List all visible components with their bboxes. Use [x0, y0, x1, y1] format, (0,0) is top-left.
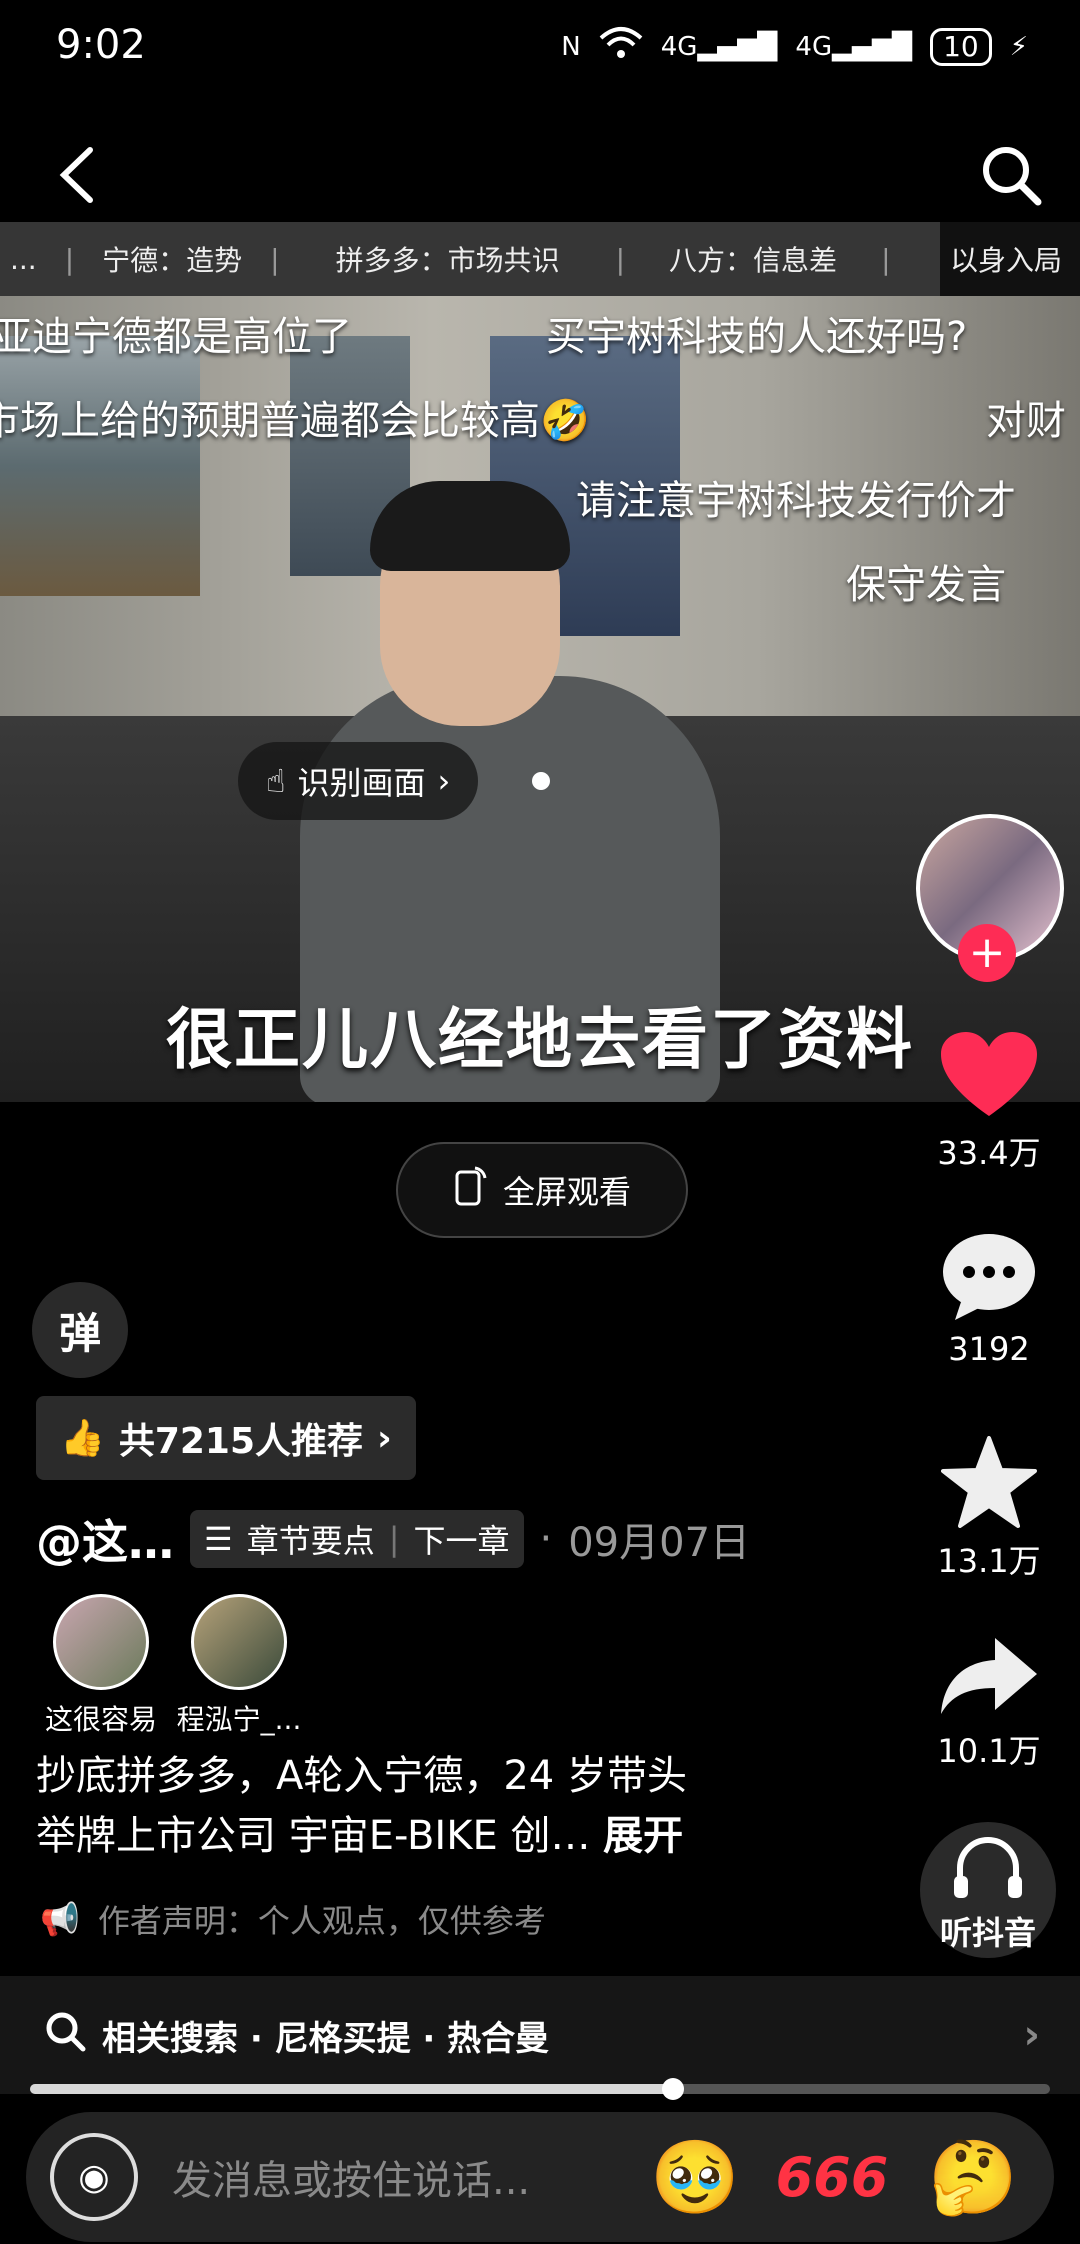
status-time: 9:02 [56, 22, 146, 68]
video-subtitle: 很正儿八经地去看了资料 [166, 1001, 914, 1078]
charging-icon: ⚡ [1009, 31, 1028, 62]
author-notice: 📢 作者声明：个人观点，仅供参考 [40, 1896, 546, 1942]
description-line: 举牌上市公司 宇宙E-BIKE 创… [36, 1813, 591, 1859]
status-icons: N 4G▂▄▆█ 4G▂▄▆█ 10 ⚡ [561, 26, 1028, 67]
author-name[interactable]: @这… [36, 1506, 174, 1572]
danmaku-comment[interactable]: 市场上给的预期普遍都会比较高🤣 [0, 388, 590, 446]
search-button[interactable] [976, 140, 1046, 210]
chapter-separator: | [64, 242, 75, 276]
headphones-icon [954, 1837, 1022, 1898]
dot-separator: · [539, 1516, 553, 1562]
related-search-bar[interactable]: 相关搜索 · 尼格买提 · 热合曼 › [0, 1976, 1080, 2094]
recommend-label: 共7215人推荐 [118, 1421, 364, 1462]
chapter-pill[interactable]: ☰ 章节要点 | 下一章 [190, 1510, 524, 1568]
like-count: 33.4万 [937, 1134, 1041, 1172]
video-progress-fill [30, 2084, 673, 2094]
chapter-item[interactable]: ... [0, 243, 59, 276]
danmaku-comment[interactable]: 保守发言 [846, 552, 1006, 610]
heart-icon [941, 1032, 1037, 1116]
message-bar: ◉ 发消息或按住说话... 🥹 666 🤔 [26, 2112, 1054, 2242]
voice-wave-icon: ◉ [78, 2156, 110, 2198]
megaphone-icon: 📢 [40, 1900, 80, 1938]
notice-text: 作者声明：个人观点，仅供参考 [97, 1902, 546, 1940]
chapter-item-current[interactable]: 以身入局 [940, 222, 1080, 296]
divider: | [388, 1520, 400, 1558]
listen-label: 听抖音 [939, 1914, 1036, 1952]
signal-icon-2: 4G▂▄▆█ [795, 31, 913, 62]
wifi-icon [599, 26, 643, 67]
back-icon [59, 147, 93, 203]
chapter-item[interactable]: 拼多多：市场共识 [286, 239, 610, 279]
chapter-separator: | [881, 242, 891, 276]
voice-input-button[interactable]: ◉ [50, 2133, 138, 2221]
coauthor-item[interactable]: 程泓宁_... [164, 1594, 314, 1738]
recommend-button[interactable]: 👍 共7215人推荐 › [36, 1396, 416, 1480]
video-painting [0, 336, 200, 596]
plus-icon: + [968, 927, 1006, 978]
comment-icon [943, 1234, 1035, 1320]
chevron-right-icon: › [437, 762, 451, 800]
star-icon [941, 1436, 1037, 1528]
chapter-separator: | [270, 242, 280, 276]
indicator-dot [532, 772, 550, 790]
rotate-screen-icon [453, 1164, 489, 1216]
follow-button[interactable]: + [958, 924, 1016, 982]
chapter-item[interactable]: 宁德：造势 [80, 239, 264, 279]
video-person-hair [370, 481, 570, 571]
author-row: @这… ☰ 章节要点 | 下一章 · 09月07日 [36, 1506, 750, 1572]
share-arrow-icon [941, 1638, 1037, 1714]
fullscreen-button[interactable]: 全屏观看 [396, 1142, 688, 1238]
coauthor-avatar [53, 1594, 149, 1690]
coauthor-name: 这很容易 [44, 1703, 157, 1736]
emoji-666-button[interactable]: 666 [776, 2146, 889, 2209]
comment-button[interactable]: 3192 [920, 1232, 1058, 1368]
list-icon: ☰ [204, 1520, 233, 1558]
danmaku-comment[interactable]: 亚迪宁德都是高位了 [0, 304, 352, 362]
favorite-count: 13.1万 [937, 1542, 1041, 1580]
danmaku-comment[interactable]: 对财 [986, 388, 1066, 446]
battery-icon: 10 [930, 27, 992, 66]
description-line: 抄底拼多多，A轮入宁德，24 岁带头 [36, 1753, 687, 1799]
fullscreen-label: 全屏观看 [502, 1173, 631, 1211]
chapter-separator: | [615, 242, 626, 276]
coauthor-name: 程泓宁_... [176, 1703, 302, 1736]
like-button[interactable]: 33.4万 [920, 1030, 1058, 1174]
chapter-item[interactable]: 八方：信息差 [631, 239, 875, 279]
emoji-button[interactable]: 🥹 [650, 2135, 740, 2220]
message-input[interactable]: 发消息或按住说话... [172, 2148, 650, 2206]
video-description: 抄底拼多多，A轮入宁德，24 岁带头 举牌上市公司 宇宙E-BIKE 创… 展开 [36, 1746, 836, 1866]
danmaku-toggle-button[interactable]: 弹 [32, 1282, 128, 1378]
chevron-right-icon: › [1023, 2012, 1040, 2058]
share-button[interactable]: 10.1万 [920, 1634, 1058, 1772]
post-date: 09月07日 [568, 1520, 751, 1566]
signal-icon: 4G▂▄▆█ [660, 31, 778, 62]
search-icon [44, 2010, 86, 2061]
chapter-points-button[interactable]: 章节要点 [247, 1516, 375, 1562]
favorite-button[interactable]: 13.1万 [920, 1436, 1058, 1582]
thumbs-up-icon: 👍 [60, 1418, 105, 1459]
coauthor-avatar [191, 1594, 287, 1690]
scan-hand-icon: ☝ [266, 762, 286, 800]
chevron-right-icon: › [377, 1417, 392, 1459]
chapter-strip[interactable]: ... | 宁德：造势 | 拼多多：市场共识 | 八方：信息差 | [0, 222, 968, 296]
share-count: 10.1万 [937, 1732, 1041, 1770]
danmaku-comment[interactable]: 请注意宇树科技发行价才 [576, 468, 1016, 526]
expand-button[interactable]: 展开 [603, 1813, 683, 1859]
comment-count: 3192 [948, 1330, 1030, 1368]
nfc-icon: N [561, 31, 581, 62]
back-button[interactable] [52, 140, 102, 210]
next-chapter-button[interactable]: 下一章 [413, 1516, 509, 1562]
recognize-label: 识别画面 [297, 764, 426, 802]
emoji-button[interactable]: 🤔 [928, 2135, 1018, 2220]
video-progress-knob[interactable] [662, 2078, 684, 2100]
danmaku-comment[interactable]: 买宇树科技的人还好吗? [546, 304, 967, 362]
video-player[interactable]: 亚迪宁德都是高位了 买宇树科技的人还好吗? 市场上给的预期普遍都会比较高🤣 对财… [0, 296, 1080, 1102]
search-icon [983, 147, 1042, 206]
related-search-label: 相关搜索 · 尼格买提 · 热合曼 [102, 2018, 550, 2059]
recognize-scene-button[interactable]: ☝ 识别画面 › [238, 742, 479, 820]
coauthor-item[interactable]: 这很容易 [26, 1594, 176, 1738]
